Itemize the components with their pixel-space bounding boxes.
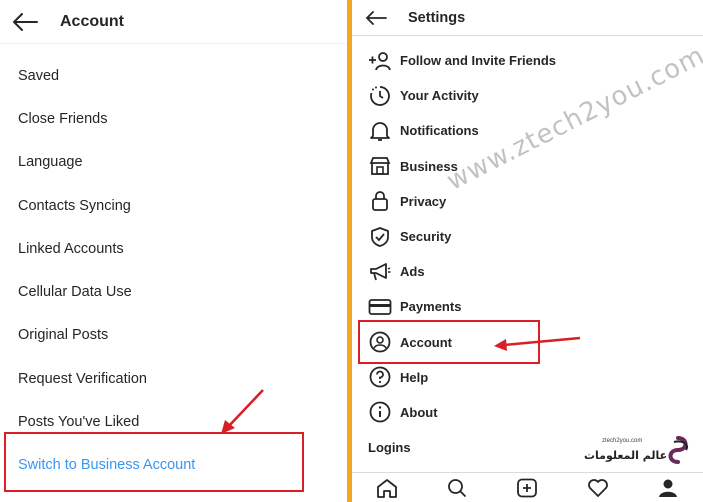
menu-item-label: About <box>400 404 438 420</box>
menu-item-security[interactable]: Security <box>352 219 703 254</box>
heart-icon[interactable] <box>584 474 612 502</box>
menu-item-label: Logins <box>368 440 411 456</box>
settings-panel: Settings Follow and Invite Friends Your … <box>352 0 703 502</box>
account-panel: Account Saved Close Friends Language Con… <box>0 0 347 502</box>
logo-mark-icon <box>668 436 688 464</box>
menu-item-label: Notifications <box>400 123 479 139</box>
annotation-arrow-icon <box>221 389 264 434</box>
page-title: Account <box>60 12 124 30</box>
menu-item-label: Your Activity <box>400 88 479 104</box>
profile-icon[interactable] <box>654 474 682 502</box>
menu-item-label: Security <box>400 229 452 245</box>
account-menu: Saved Close Friends Language Contacts Sy… <box>0 54 347 487</box>
logo-small-text: ztech2you.com <box>602 438 643 444</box>
menu-item-label: Payments <box>400 299 462 315</box>
menu-item-label: Help <box>400 369 429 385</box>
menu-item-ads[interactable]: Ads <box>352 254 703 289</box>
add-icon[interactable] <box>513 474 541 502</box>
site-logo: ztech2you.com عالم المعلومات <box>582 436 694 470</box>
store-icon <box>368 154 392 178</box>
home-icon[interactable] <box>373 474 401 502</box>
account-header: Account <box>0 0 347 44</box>
back-arrow-icon[interactable] <box>0 0 50 44</box>
menu-item-original-posts[interactable]: Original Posts <box>0 314 347 357</box>
back-arrow-icon[interactable] <box>352 0 400 36</box>
bell-icon <box>368 119 392 143</box>
menu-item-request-verification[interactable]: Request Verification <box>0 357 347 400</box>
settings-menu: Follow and Invite Friends Your Activity … <box>352 43 703 465</box>
menu-item-privacy[interactable]: Privacy <box>352 184 703 219</box>
page-title: Settings <box>408 9 466 26</box>
annotation-arrow-icon <box>494 336 581 351</box>
menu-item-about[interactable]: About <box>352 395 703 430</box>
menu-item-language[interactable]: Language <box>0 141 347 184</box>
megaphone-icon <box>368 260 392 284</box>
activity-icon <box>368 84 392 108</box>
card-icon <box>368 295 392 319</box>
lock-icon <box>368 189 392 213</box>
highlight-box <box>4 432 304 492</box>
menu-item-close-friends[interactable]: Close Friends <box>0 97 347 140</box>
menu-item-label: Ads <box>400 264 425 280</box>
add-person-icon <box>368 49 392 73</box>
menu-item-cellular-data-use[interactable]: Cellular Data Use <box>0 270 347 313</box>
info-icon <box>368 400 392 424</box>
menu-item-contacts-syncing[interactable]: Contacts Syncing <box>0 184 347 227</box>
menu-item-linked-accounts[interactable]: Linked Accounts <box>0 227 347 270</box>
search-icon[interactable] <box>443 474 471 502</box>
bottom-tab-bar <box>352 472 703 502</box>
menu-item-saved[interactable]: Saved <box>0 54 347 97</box>
help-icon <box>368 365 392 389</box>
logo-arabic-text: عالم المعلومات <box>584 449 668 462</box>
menu-item-label: Privacy <box>400 193 447 209</box>
menu-item-label: Follow and Invite Friends <box>400 53 557 69</box>
settings-header: Settings <box>352 0 703 36</box>
menu-item-help[interactable]: Help <box>352 360 703 395</box>
shield-icon <box>368 225 392 249</box>
